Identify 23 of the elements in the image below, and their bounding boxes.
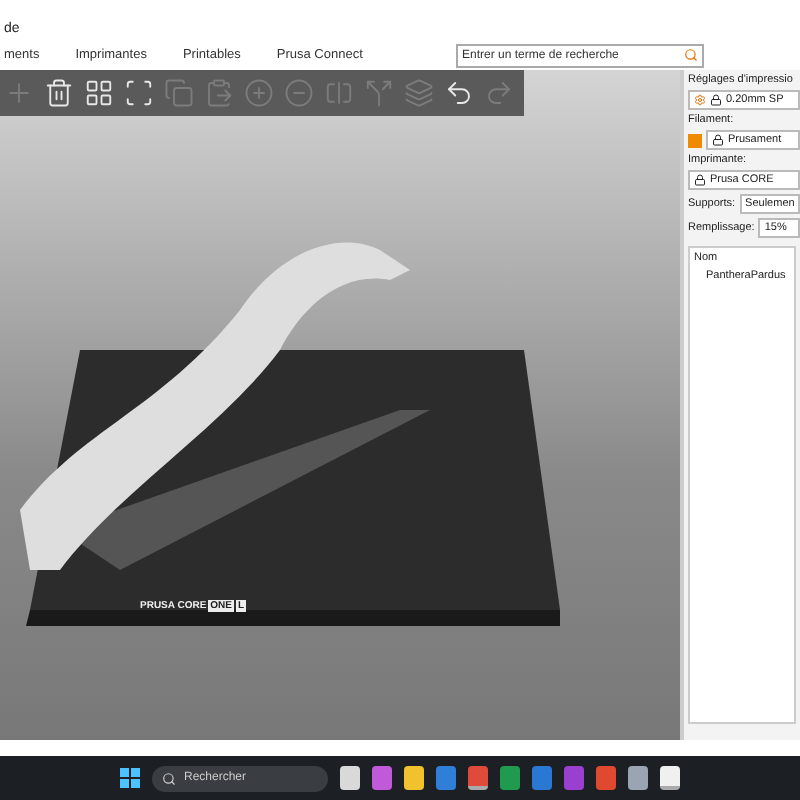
grid-icon[interactable] (84, 78, 114, 108)
app-icon[interactable] (340, 766, 360, 790)
search-icon (162, 771, 176, 785)
app-icon[interactable] (436, 766, 456, 790)
app-icon[interactable] (596, 766, 616, 790)
app-icon[interactable] (660, 766, 680, 790)
trash-icon[interactable] (44, 78, 74, 108)
app-icon[interactable] (532, 766, 552, 790)
windows-icon[interactable] (120, 768, 140, 788)
gear-icon (694, 94, 706, 106)
app-icon[interactable] (500, 766, 520, 790)
app-icon[interactable] (564, 766, 584, 790)
undo-icon[interactable] (444, 78, 474, 108)
lock-icon (694, 174, 706, 186)
filament-color-swatch[interactable] (688, 133, 702, 147)
frame-icon[interactable] (124, 78, 154, 108)
app-icon[interactable] (628, 766, 648, 790)
app-icon[interactable] (404, 766, 424, 790)
lock-icon (712, 134, 724, 146)
lock-icon (710, 94, 722, 106)
app-icon[interactable] (468, 766, 488, 790)
search-icon (684, 48, 698, 62)
app-icon[interactable] (372, 766, 392, 790)
